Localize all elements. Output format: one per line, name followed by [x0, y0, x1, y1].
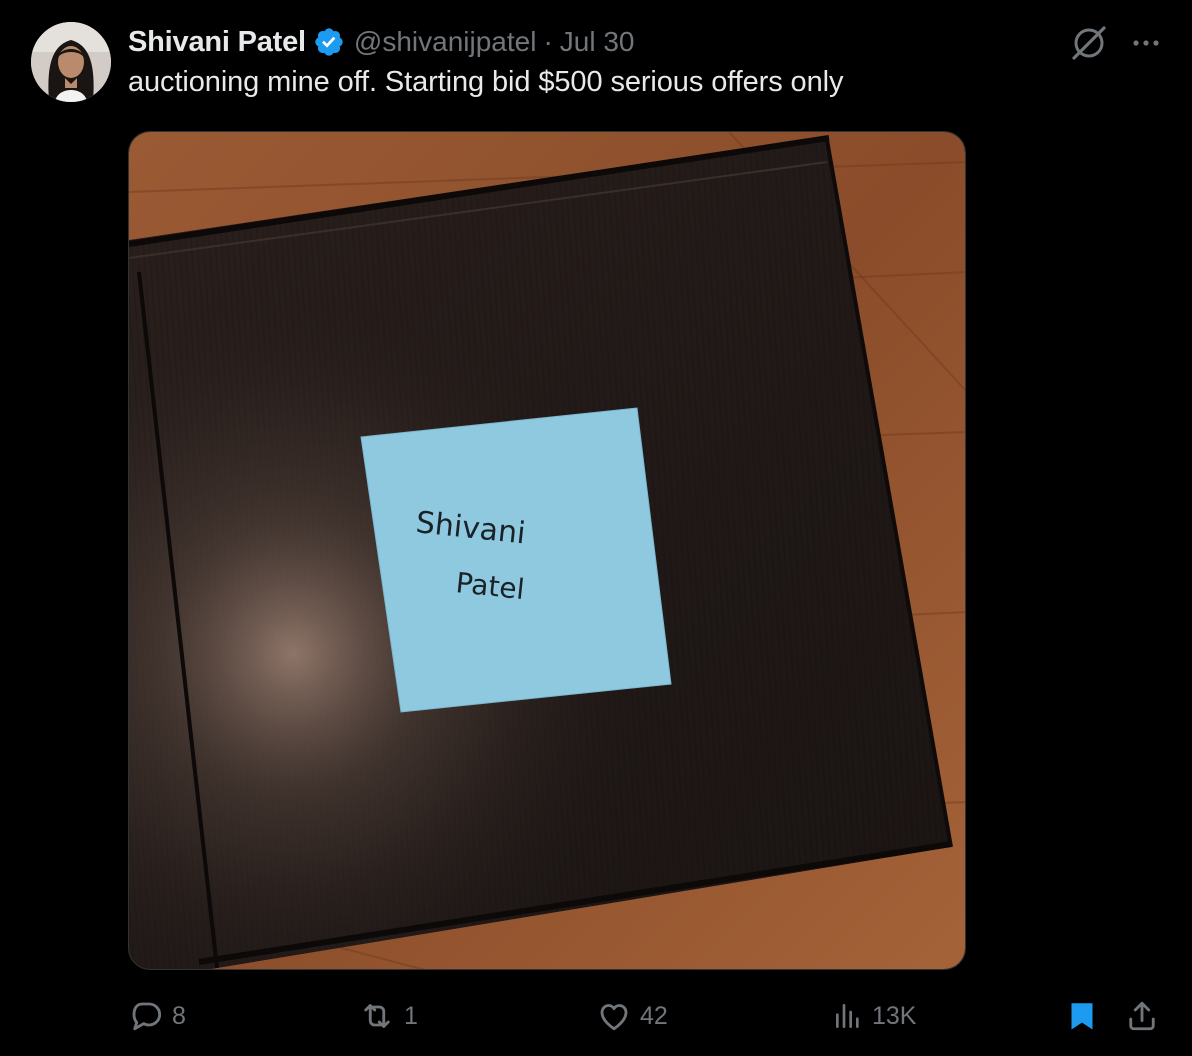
- like-count: 42: [640, 1001, 668, 1030]
- share-icon: [1129, 1001, 1155, 1031]
- reply-button[interactable]: 8: [128, 990, 186, 1042]
- views-button[interactable]: 13K: [832, 990, 916, 1042]
- like-button[interactable]: 42: [596, 990, 668, 1042]
- reply-count: 8: [172, 1001, 186, 1030]
- separator-dot: ·: [543, 26, 553, 57]
- author-handle[interactable]: @shivanijpatel: [354, 26, 537, 58]
- views-icon: [836, 1004, 859, 1028]
- avatar[interactable]: [31, 22, 111, 102]
- tweet-text: auctioning mine off. Starting bid $500 s…: [128, 66, 844, 98]
- more-icon[interactable]: [1128, 28, 1164, 58]
- repost-count: 1: [404, 1001, 418, 1030]
- like-icon: [600, 1004, 628, 1031]
- display-name[interactable]: Shivani Patel: [128, 26, 306, 59]
- repost-icon: [364, 1004, 390, 1028]
- repost-button[interactable]: 1: [358, 990, 418, 1042]
- action-bar: 8 1 42 13K: [0, 990, 1192, 1042]
- share-button[interactable]: [1124, 990, 1160, 1042]
- verified-badge-icon[interactable]: [313, 26, 345, 58]
- grok-icon[interactable]: [1068, 22, 1110, 64]
- tweet-date[interactable]: Jul 30: [560, 26, 635, 58]
- bookmark-icon: [1071, 1003, 1093, 1030]
- tweet-header: Shivani Patel @shivanijpatel · Jul 30: [128, 24, 635, 60]
- tweet-media-photo[interactable]: Shivani Patel: [128, 131, 966, 970]
- tweet: Shivani Patel @shivanijpatel · Jul 30 au…: [0, 0, 1192, 1056]
- views-count: 13K: [872, 1001, 917, 1030]
- reply-icon: [132, 1002, 162, 1031]
- bookmark-button[interactable]: [1064, 990, 1100, 1042]
- avatar-image: [31, 22, 111, 102]
